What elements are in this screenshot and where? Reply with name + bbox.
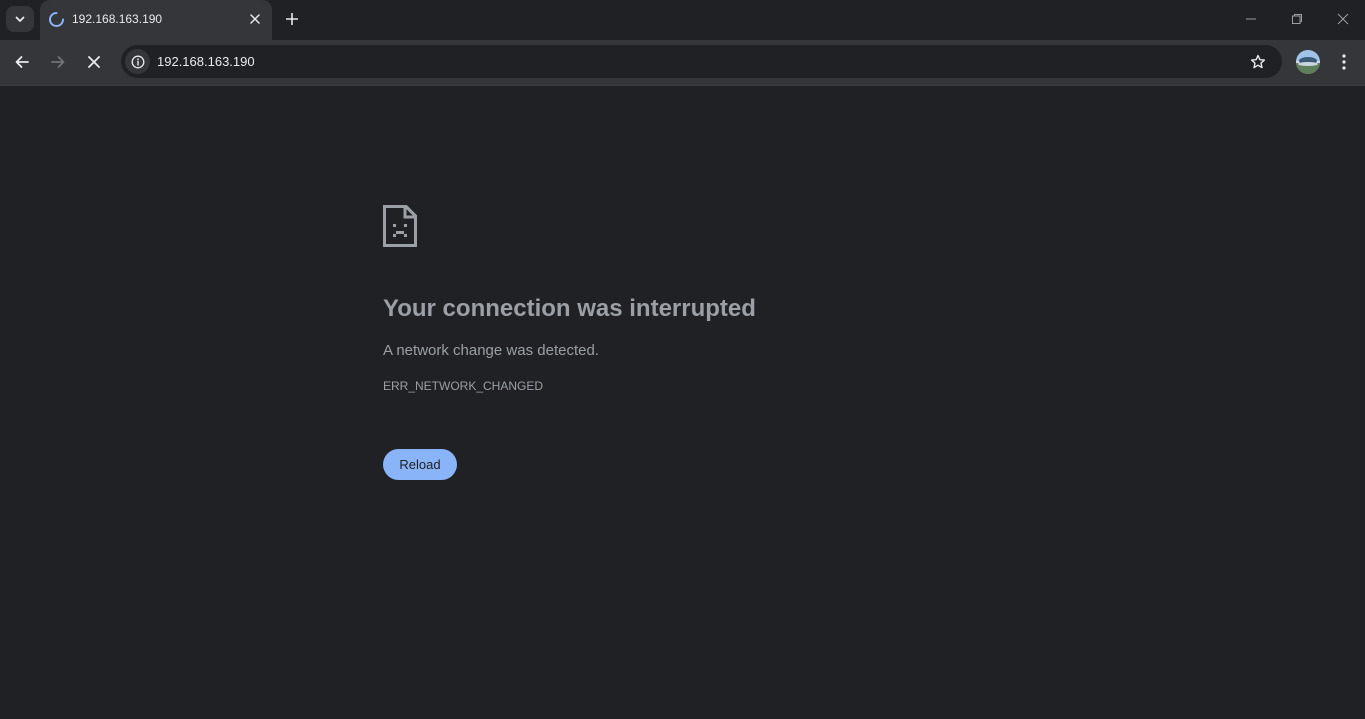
info-icon bbox=[131, 55, 144, 68]
active-tab[interactable]: 192.168.163.190 bbox=[40, 0, 272, 40]
error-code: ERR_NETWORK_CHANGED bbox=[383, 379, 544, 393]
url-text[interactable]: 192.168.163.190 bbox=[157, 54, 255, 69]
back-button[interactable] bbox=[7, 47, 37, 77]
restore-icon bbox=[1292, 14, 1302, 24]
stop-loading-button[interactable] bbox=[79, 47, 109, 77]
close-icon bbox=[1337, 13, 1349, 25]
error-page: Your connection was interrupted A networ… bbox=[0, 87, 1365, 719]
site-info-button[interactable] bbox=[125, 49, 150, 74]
close-icon bbox=[88, 56, 100, 68]
more-vert-icon bbox=[1342, 54, 1346, 70]
sad-page-icon bbox=[383, 205, 417, 247]
address-bar[interactable]: 192.168.163.190 bbox=[121, 45, 1282, 78]
arrow-left-icon bbox=[15, 56, 29, 68]
arrow-right-icon bbox=[51, 56, 65, 68]
tab-search-button[interactable] bbox=[6, 6, 34, 32]
bookmark-button[interactable] bbox=[1248, 52, 1268, 72]
forward-button[interactable] bbox=[43, 47, 73, 77]
reload-button[interactable]: Reload bbox=[383, 449, 457, 480]
plus-icon bbox=[286, 13, 298, 25]
tab-close-button[interactable] bbox=[246, 10, 264, 28]
error-description: A network change was detected. bbox=[383, 342, 599, 359]
loading-spinner-icon bbox=[49, 12, 64, 27]
chevron-down-icon bbox=[15, 16, 25, 22]
new-tab-button[interactable] bbox=[280, 7, 304, 31]
tab-title: 192.168.163.190 bbox=[72, 12, 163, 26]
profile-avatar[interactable] bbox=[1296, 50, 1320, 74]
star-icon bbox=[1250, 54, 1266, 69]
minimize-button[interactable] bbox=[1236, 5, 1266, 33]
window-close-button[interactable] bbox=[1328, 5, 1358, 33]
error-heading: Your connection was interrupted bbox=[383, 295, 756, 322]
tab-strip: 192.168.163.190 bbox=[0, 0, 1365, 40]
browser-toolbar: 192.168.163.190 bbox=[0, 40, 1365, 86]
browser-menu-button[interactable] bbox=[1331, 48, 1357, 76]
close-icon bbox=[250, 14, 260, 24]
minimize-icon bbox=[1246, 18, 1256, 20]
avatar-icon bbox=[1296, 50, 1320, 74]
restore-button[interactable] bbox=[1282, 5, 1312, 33]
